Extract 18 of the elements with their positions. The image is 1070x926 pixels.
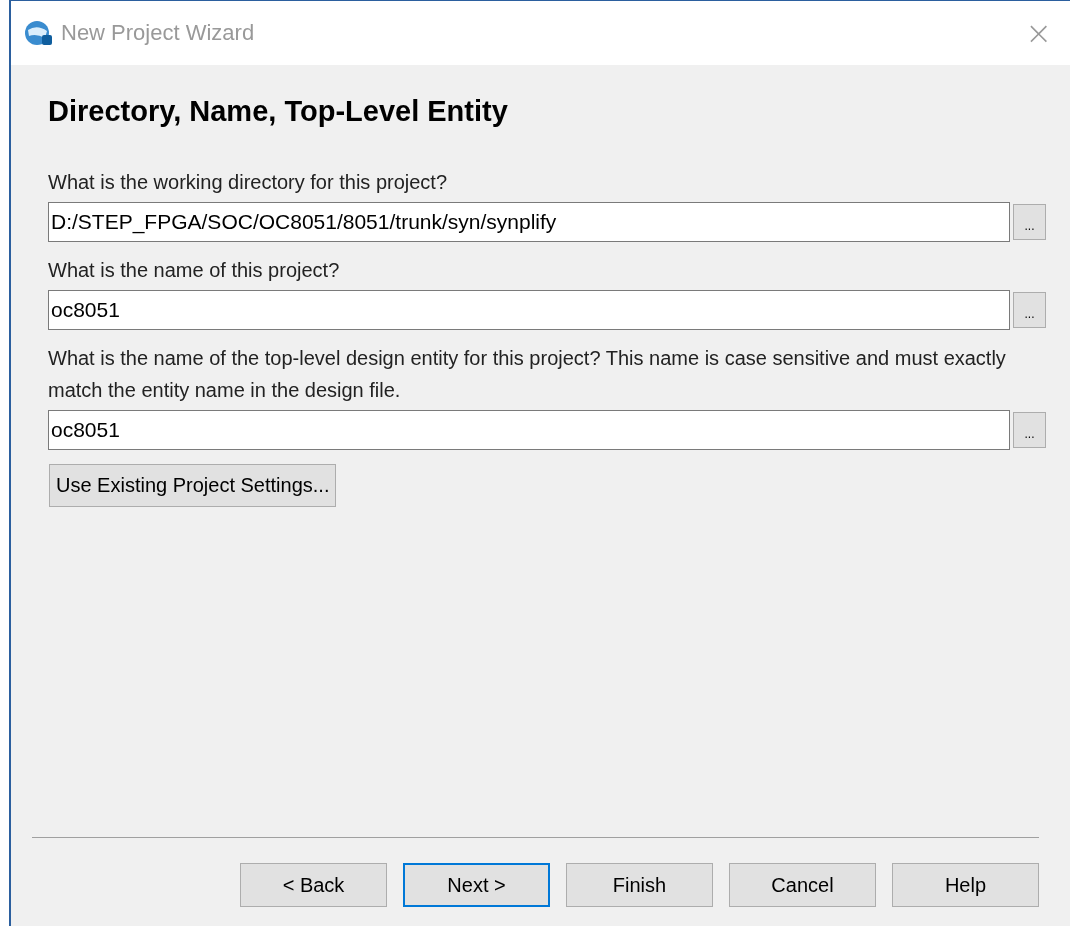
field-label: What is the name of this project? (48, 258, 341, 283)
settings-button[interactable]: Use Existing Project Settings... (49, 464, 337, 507)
window-title: New Project Wizard (61, 20, 256, 46)
wizard-button[interactable]: Help (892, 863, 1039, 907)
input-field[interactable]: oc8051 (48, 410, 1010, 450)
browse-button[interactable]: ... (1013, 204, 1046, 240)
wizard-button[interactable]: < Back (240, 863, 387, 907)
field-label: What is the name of the top-level design entity for this project? This name is case sensitive and must exactly match the entity name in the design file. (48, 346, 1007, 403)
input-field[interactable]: D:/STEP_FPGA/SOC/OC8051/8051/trunk/syn/synplify (48, 202, 1010, 242)
wizard-button[interactable]: Next > (403, 863, 550, 907)
page-heading: Directory, Name, Top-Level Entity (48, 95, 509, 128)
field-label: What is the working directory for this project? (48, 170, 449, 195)
browse-button[interactable]: ... (1013, 292, 1046, 328)
wizard-button[interactable]: Finish (566, 863, 713, 907)
input-field[interactable]: oc8051 (48, 290, 1010, 330)
browse-button[interactable]: ... (1013, 412, 1046, 448)
wizard-button[interactable]: Cancel (729, 863, 876, 907)
app-logo-icon (23, 18, 53, 48)
